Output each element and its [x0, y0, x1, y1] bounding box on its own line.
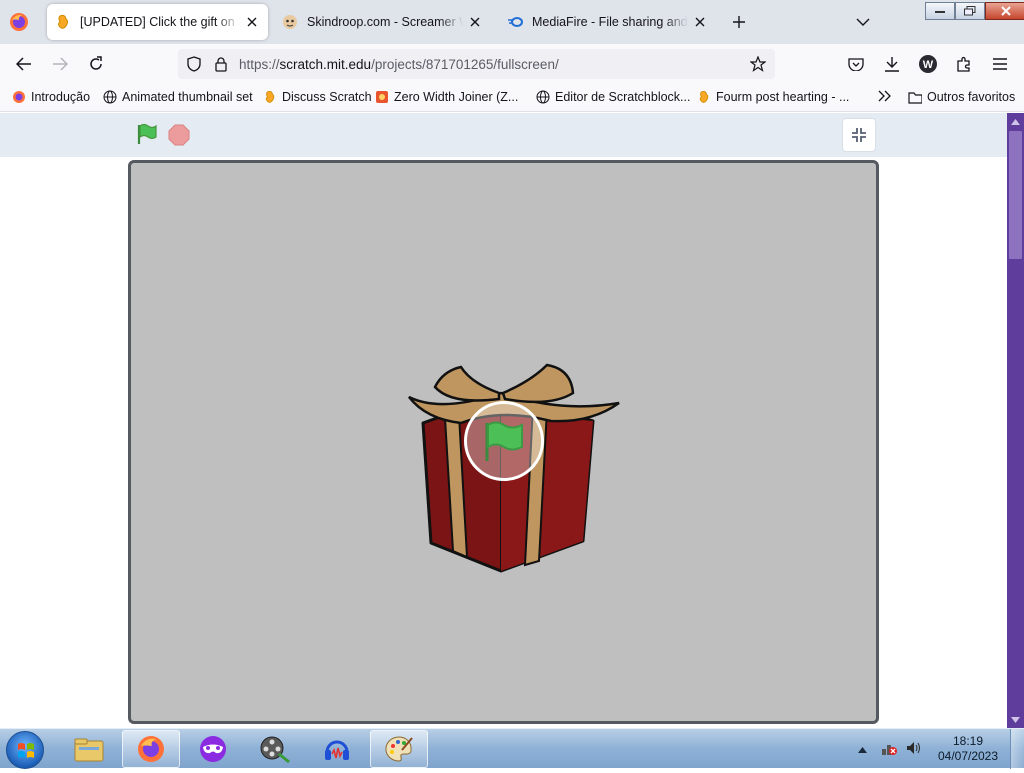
minimize-icon[interactable]: [925, 2, 955, 20]
extensions-puzzle-icon[interactable]: [952, 52, 976, 76]
clock-date: 04/07/2023: [937, 749, 999, 763]
taskbar-clock[interactable]: 18:19 04/07/2023: [928, 734, 1008, 764]
bookmark-item[interactable]: Discuss Scratch: [263, 90, 372, 104]
green-flag-icon[interactable]: [135, 122, 159, 146]
tab-mediafire[interactable]: MediaFire - File sharing and storage: [499, 4, 716, 40]
scratch-icon: [55, 14, 71, 30]
url-text[interactable]: https://scratch.mit.edu/projects/8717012…: [239, 57, 559, 72]
bookmark-label: Fourm post hearting - ...: [716, 90, 850, 104]
bookmark-label: Editor de Scratchblock...: [555, 90, 691, 104]
player-controls-bar: [0, 113, 1007, 157]
scroll-thumb[interactable]: [1009, 131, 1022, 259]
scratch-icon: [263, 90, 277, 104]
window-close-icon[interactable]: [985, 2, 1024, 20]
lock-icon[interactable]: [213, 56, 229, 72]
bookmark-label: Introdução: [31, 90, 91, 104]
close-tab-icon[interactable]: [692, 14, 708, 30]
window-controls: [925, 2, 1024, 20]
back-arrow-icon[interactable]: [12, 52, 36, 76]
scroll-up-arrow-icon[interactable]: [1007, 113, 1024, 130]
tab-active[interactable]: [UPDATED] Click the gift on Scratch: [47, 4, 268, 40]
mask-icon: [200, 736, 226, 762]
tab-title: MediaFire - File sharing and storage: [532, 15, 688, 29]
vertical-scrollbar[interactable]: [1007, 113, 1024, 728]
navigation-toolbar: https://scratch.mit.edu/projects/8717012…: [0, 44, 1024, 84]
bookmarks-toolbar: Introdução Animated thumbnail set Discus…: [0, 84, 1024, 112]
tab-title: [UPDATED] Click the gift on Scratch: [80, 15, 240, 29]
close-tab-icon[interactable]: [467, 14, 483, 30]
bookmark-item[interactable]: Fourm post hearting - ...: [697, 90, 849, 104]
taskbar-mask-app[interactable]: [184, 730, 242, 768]
headphones-icon: [325, 740, 349, 760]
taskbar-paint[interactable]: [370, 730, 428, 768]
pdf-icon: [375, 90, 389, 104]
globe-icon: [103, 90, 117, 104]
clock-time: 18:19: [952, 734, 984, 748]
bookmark-label: Zero Width Joiner (Z...: [394, 90, 519, 104]
forward-arrow-icon[interactable]: [48, 52, 72, 76]
bookmark-item[interactable]: Zero Width Joiner (Z...: [375, 90, 518, 104]
exit-fullscreen-button[interactable]: [842, 118, 876, 152]
folder-icon: [74, 738, 104, 762]
bookmark-item[interactable]: Editor de Scratchblock...: [536, 90, 690, 104]
bookmark-label: Discuss Scratch: [282, 90, 372, 104]
taskbar-audacity[interactable]: [308, 730, 366, 768]
bookmark-folder[interactable]: Outros favoritos: [908, 90, 1015, 104]
film-reel-icon: [260, 736, 290, 764]
tray-expand-arrow-icon[interactable]: [858, 742, 867, 756]
close-tab-icon[interactable]: [244, 14, 260, 30]
volume-icon[interactable]: [905, 740, 921, 759]
globe-icon: [536, 90, 550, 104]
tab-skindroop[interactable]: Skindroop.com - Screamer Wiki: [274, 4, 491, 40]
tab-title: Skindroop.com - Screamer Wiki: [307, 15, 463, 29]
network-icon[interactable]: [881, 740, 897, 759]
bookmark-star-icon[interactable]: [749, 55, 767, 72]
bookmark-folder-label: Outros favoritos: [927, 90, 1016, 104]
play-overlay-button[interactable]: [464, 401, 544, 481]
show-desktop-button[interactable]: [1010, 729, 1024, 769]
list-all-tabs-chevron-icon[interactable]: [852, 11, 874, 33]
account-avatar[interactable]: W: [916, 52, 940, 76]
taskbar-firefox[interactable]: [122, 730, 180, 768]
folder-icon: [908, 90, 922, 104]
reload-icon[interactable]: [84, 52, 108, 76]
start-button[interactable]: [6, 731, 44, 769]
tab-strip: [UPDATED] Click the gift on Scratch Skin…: [0, 0, 1024, 44]
taskbar-movie-maker[interactable]: [246, 730, 304, 768]
hamburger-menu-icon[interactable]: [988, 52, 1012, 76]
firefox-icon[interactable]: [8, 11, 30, 33]
scratch-fullscreen-page: [0, 113, 1007, 728]
downloads-icon[interactable]: [880, 52, 904, 76]
scratch-icon: [697, 90, 711, 104]
scroll-down-arrow-icon[interactable]: [1007, 711, 1024, 728]
url-scheme: https://: [239, 57, 280, 72]
system-tray: [858, 729, 921, 769]
avatar-initial: W: [923, 59, 934, 71]
bookmarks-overflow-chevron-icon[interactable]: [878, 90, 892, 102]
stop-sign-icon[interactable]: [168, 124, 190, 146]
mediafire-icon: [507, 14, 523, 30]
exit-fullscreen-icon: [852, 128, 866, 142]
new-tab-plus-icon[interactable]: [728, 11, 750, 33]
project-stage[interactable]: [128, 160, 879, 724]
url-bar[interactable]: https://scratch.mit.edu/projects/8717012…: [178, 49, 775, 79]
face-icon: [282, 14, 298, 30]
windows-logo-icon: [18, 743, 34, 758]
firefox-icon: [12, 90, 26, 104]
url-host: scratch.mit.edu: [279, 57, 372, 72]
restore-icon[interactable]: [955, 2, 985, 20]
url-path: /projects/871701265/fullscreen/: [371, 57, 559, 72]
pocket-icon[interactable]: [844, 52, 868, 76]
bookmark-item[interactable]: Introdução: [12, 90, 90, 104]
windows-taskbar: 18:19 04/07/2023: [0, 728, 1024, 769]
bookmark-item[interactable]: Animated thumbnail set: [103, 90, 253, 104]
firefox-icon: [138, 736, 164, 762]
shield-icon[interactable]: [186, 56, 202, 72]
bookmark-label: Animated thumbnail set: [122, 90, 253, 104]
palette-icon: [385, 736, 413, 762]
taskbar-explorer[interactable]: [60, 730, 118, 768]
green-flag-icon: [485, 421, 523, 461]
